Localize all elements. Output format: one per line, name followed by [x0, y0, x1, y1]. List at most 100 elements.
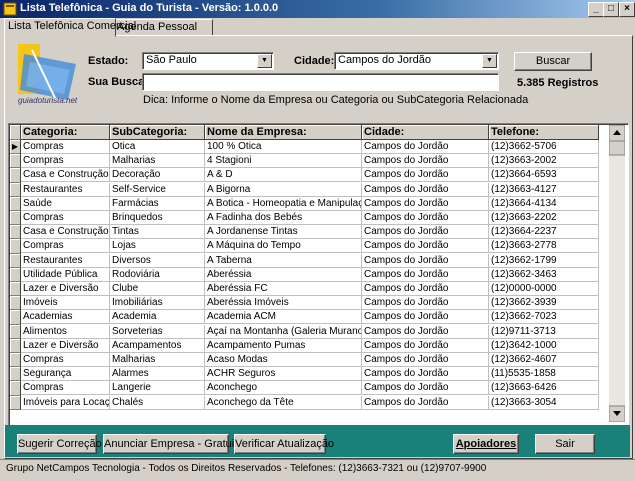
- cell-empresa[interactable]: 100 % Otica: [205, 140, 362, 154]
- cell-telefone[interactable]: (12)3662-5706: [489, 140, 599, 154]
- column-header-categoria[interactable]: Categoria:: [21, 125, 110, 140]
- cell-subcategoria[interactable]: Farmácias: [110, 196, 205, 211]
- cell-cidade[interactable]: Campos do Jordão: [362, 338, 489, 353]
- row-indicator[interactable]: [10, 296, 21, 311]
- cell-empresa[interactable]: Aconchego da Tête: [205, 395, 362, 410]
- cell-cidade[interactable]: Campos do Jordão: [362, 225, 489, 240]
- buscar-button[interactable]: Buscar: [514, 52, 592, 71]
- anunciar-empresa-button[interactable]: Anunciar Empresa - Gratuito: [103, 434, 243, 454]
- cell-categoria[interactable]: Imóveis: [21, 296, 110, 311]
- row-indicator[interactable]: [10, 267, 21, 282]
- cell-cidade[interactable]: Campos do Jordão: [362, 267, 489, 282]
- cell-categoria[interactable]: Compras: [21, 239, 110, 254]
- cell-cidade[interactable]: Campos do Jordão: [362, 168, 489, 183]
- cell-subcategoria[interactable]: Acampamentos: [110, 338, 205, 353]
- cell-empresa[interactable]: Açaí na Montanha (Galeria Murano): [205, 324, 362, 339]
- cell-telefone[interactable]: (12)3662-7023: [489, 310, 599, 325]
- row-indicator[interactable]: [10, 154, 21, 169]
- cell-telefone[interactable]: (12)3663-2778: [489, 239, 599, 254]
- cell-telefone[interactable]: (12)3663-6426: [489, 381, 599, 396]
- cell-subcategoria[interactable]: Brinquedos: [110, 211, 205, 225]
- cell-categoria[interactable]: Segurança: [21, 367, 110, 382]
- cell-cidade[interactable]: Campos do Jordão: [362, 310, 489, 325]
- cell-subcategoria[interactable]: Sorveterias: [110, 324, 205, 339]
- cell-telefone[interactable]: (12)0000-0000: [489, 282, 599, 296]
- column-header-empresa[interactable]: Nome da Empresa:: [205, 125, 362, 140]
- cell-subcategoria[interactable]: Rodoviária: [110, 267, 205, 282]
- cell-empresa[interactable]: A Taberna: [205, 253, 362, 268]
- cell-cidade[interactable]: Campos do Jordão: [362, 140, 489, 154]
- row-indicator[interactable]: [10, 353, 21, 368]
- busca-input[interactable]: [142, 73, 499, 91]
- cell-subcategoria[interactable]: Malharias: [110, 154, 205, 169]
- estado-select[interactable]: São Paulo ▼: [142, 52, 274, 70]
- cell-empresa[interactable]: Acaso Modas: [205, 353, 362, 367]
- cell-cidade[interactable]: Campos do Jordão: [362, 353, 489, 367]
- cell-telefone[interactable]: (12)3664-2237: [489, 225, 599, 240]
- cell-cidade[interactable]: Campos do Jordão: [362, 395, 489, 410]
- cell-empresa[interactable]: Aberéssia FC: [205, 282, 362, 296]
- cell-categoria[interactable]: Casa e Construção: [21, 168, 110, 183]
- cell-empresa[interactable]: ACHR Seguros: [205, 367, 362, 382]
- cell-categoria[interactable]: Compras: [21, 140, 110, 154]
- row-indicator[interactable]: [10, 211, 21, 226]
- cell-subcategoria[interactable]: Decoração: [110, 168, 205, 183]
- cell-categoria[interactable]: Restaurantes: [21, 253, 110, 268]
- cidade-select[interactable]: Campos do Jordão ▼: [334, 52, 499, 70]
- row-indicator[interactable]: [10, 182, 21, 197]
- cell-categoria[interactable]: Alimentos: [21, 324, 110, 339]
- cell-telefone[interactable]: (12)3664-6593: [489, 168, 599, 183]
- column-header-cidade[interactable]: Cidade:: [362, 125, 489, 140]
- cell-cidade[interactable]: Campos do Jordão: [362, 211, 489, 225]
- chevron-down-icon[interactable]: ▼: [257, 54, 272, 68]
- row-indicator[interactable]: [10, 168, 21, 183]
- cell-empresa[interactable]: Acampamento Pumas: [205, 338, 362, 353]
- column-header-telefone[interactable]: Telefone:: [489, 125, 599, 140]
- cell-empresa[interactable]: A & D: [205, 168, 362, 183]
- cell-telefone[interactable]: (12)3662-1799: [489, 253, 599, 268]
- cell-empresa[interactable]: A Botica - Homeopatia e Manipulação: [205, 196, 362, 211]
- cell-cidade[interactable]: Campos do Jordão: [362, 381, 489, 396]
- sair-button[interactable]: Sair: [535, 434, 595, 454]
- cell-cidade[interactable]: Campos do Jordão: [362, 253, 489, 268]
- cell-categoria[interactable]: Compras: [21, 211, 110, 225]
- cell-categoria[interactable]: Academias: [21, 310, 110, 325]
- cell-telefone[interactable]: (12)9711-3713: [489, 324, 599, 339]
- cell-subcategoria[interactable]: Clube: [110, 282, 205, 296]
- cell-empresa[interactable]: A Jordanense Tintas: [205, 225, 362, 240]
- cell-categoria[interactable]: Lazer e Diversão: [21, 282, 110, 296]
- cell-subcategoria[interactable]: Alarmes: [110, 367, 205, 382]
- cell-subcategoria[interactable]: Otica: [110, 140, 205, 154]
- verificar-atualizacao-button[interactable]: Verificar Atualização: [234, 434, 334, 454]
- close-button[interactable]: ×: [619, 2, 635, 17]
- title-bar[interactable]: Lista Telefônica - Guia do Turista - Ver…: [0, 0, 635, 18]
- row-indicator[interactable]: [10, 381, 21, 396]
- row-indicator[interactable]: [10, 395, 21, 410]
- cell-subcategoria[interactable]: Diversos: [110, 253, 205, 268]
- cell-subcategoria[interactable]: Tintas: [110, 225, 205, 240]
- row-indicator[interactable]: [10, 239, 21, 254]
- column-header-subcategoria[interactable]: SubCategoria:: [110, 125, 205, 140]
- cell-categoria[interactable]: Lazer e Diversão: [21, 338, 110, 353]
- cell-cidade[interactable]: Campos do Jordão: [362, 196, 489, 211]
- row-indicator[interactable]: [10, 367, 21, 382]
- cell-cidade[interactable]: Campos do Jordão: [362, 239, 489, 254]
- cell-empresa[interactable]: A Bigorna: [205, 182, 362, 197]
- cell-subcategoria[interactable]: Chalés: [110, 395, 205, 410]
- vertical-scrollbar[interactable]: [609, 125, 625, 422]
- cell-empresa[interactable]: 4 Stagioni: [205, 154, 362, 169]
- cell-categoria[interactable]: Compras: [21, 154, 110, 169]
- cell-telefone[interactable]: (12)3662-3463: [489, 267, 599, 282]
- tab-lista-comercial[interactable]: Lista Telefônica Comercial: [4, 18, 136, 37]
- row-indicator[interactable]: [10, 282, 21, 297]
- cell-telefone[interactable]: (12)3663-4127: [489, 182, 599, 197]
- cell-subcategoria[interactable]: Academia: [110, 310, 205, 325]
- cell-categoria[interactable]: Restaurantes: [21, 182, 110, 197]
- row-indicator[interactable]: [10, 253, 21, 268]
- cell-categoria[interactable]: Utilidade Pública: [21, 267, 110, 282]
- row-indicator[interactable]: [10, 225, 21, 240]
- results-grid[interactable]: Categoria: SubCategoria: Nome da Empresa…: [8, 123, 629, 426]
- cell-cidade[interactable]: Campos do Jordão: [362, 296, 489, 311]
- apoiadores-button[interactable]: Apoiadores: [453, 434, 519, 454]
- cell-cidade[interactable]: Campos do Jordão: [362, 154, 489, 169]
